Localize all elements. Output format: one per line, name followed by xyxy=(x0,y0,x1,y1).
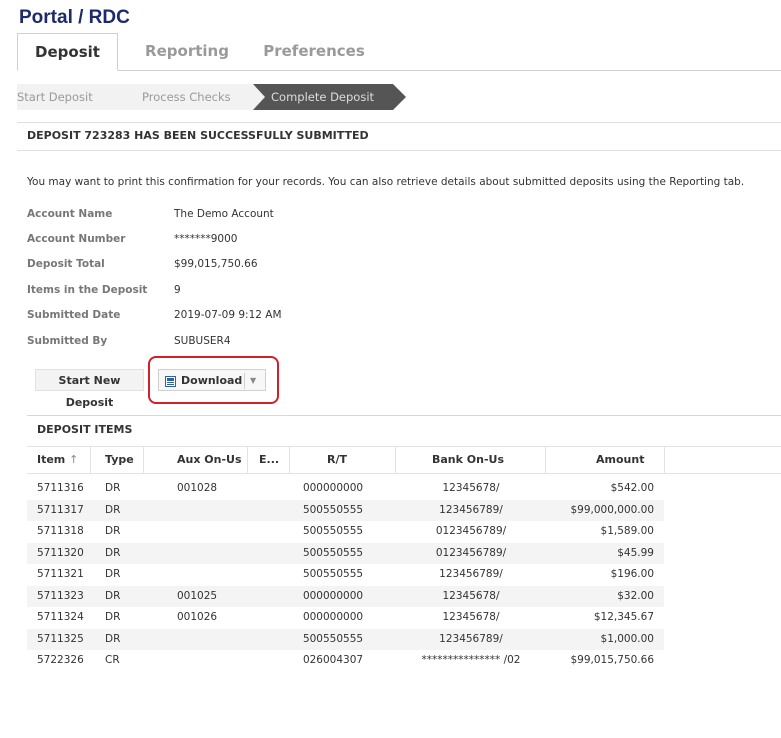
cell-item: 5711318 xyxy=(37,525,84,537)
column-header-aux-on-us[interactable]: Aux On-Us xyxy=(177,447,242,473)
items-count-label: Items in the Deposit xyxy=(27,284,148,296)
cell-rt: 500550555 xyxy=(302,568,364,580)
account-name-label: Account Name xyxy=(27,208,113,220)
tab-preferences[interactable]: Preferences xyxy=(249,33,379,69)
table-row[interactable]: 5711318 DR 500550555 0123456789/ $1,589.00 xyxy=(27,521,664,542)
cell-amount: $32.00 xyxy=(617,589,654,602)
table-row[interactable]: 5711325 DR 500550555 123456789/ $1,000.00 xyxy=(27,628,664,650)
cell-item: 5711325 xyxy=(37,632,84,645)
cell-amount: $12,345.67 xyxy=(593,611,654,623)
page-title: Portal / RDC xyxy=(19,7,130,28)
confirmation-note: You may want to print this confirmation … xyxy=(27,176,745,188)
submitted-by-label: Submitted By xyxy=(27,335,108,347)
cell-bank-on-us: *************** /02 xyxy=(421,654,521,666)
table-row[interactable]: 5711316 DR 001028 000000000 12345678/ $542.00 xyxy=(27,478,664,499)
cell-rt: 000000000 xyxy=(302,482,364,494)
cell-amount: $45.99 xyxy=(617,546,654,559)
cell-type: DR xyxy=(105,611,121,623)
cell-aux-on-us: 001025 xyxy=(177,589,218,602)
cell-type: DR xyxy=(105,482,121,494)
submitted-date-value: 2019-07-09 9:12 AM xyxy=(174,309,282,321)
cell-amount: $99,015,750.66 xyxy=(570,654,655,666)
cell-type: CR xyxy=(105,654,120,666)
cell-bank-on-us: 0123456789/ xyxy=(435,525,507,537)
cell-type: DR xyxy=(105,503,121,516)
progress-steps: Start Deposit Process Checks Complete De… xyxy=(17,84,781,110)
cell-amount: $99,000,000.00 xyxy=(570,503,655,516)
table-row[interactable]: 5711317 DR 500550555 123456789/ $99,000,000.… xyxy=(27,499,664,521)
column-header-item[interactable]: Item ↑ xyxy=(37,447,78,473)
column-header-bank-on-us[interactable]: Bank On-Us xyxy=(432,447,504,473)
cell-item: 5711323 xyxy=(37,589,84,602)
cell-rt: 500550555 xyxy=(302,503,364,516)
confirmation-title: DEPOSIT 723283 HAS BEEN SUCCESSFULLY SUB… xyxy=(27,129,369,142)
cell-rt: 000000000 xyxy=(302,589,364,602)
cell-aux-on-us: 001026 xyxy=(177,611,218,623)
cell-rt: 000000000 xyxy=(302,611,364,623)
cell-item: 5722326 xyxy=(37,654,84,666)
table-header: Item ↑ Type Aux On-Us E... R/T Bank On-U… xyxy=(27,446,781,474)
table-row[interactable]: 5722326 CR 026004307 *************** /02 $99… xyxy=(27,650,664,671)
download-highlight-box xyxy=(148,356,279,404)
table-row[interactable]: 5711320 DR 500550555 0123456789/ $45.99 xyxy=(27,542,664,564)
deposit-total-label: Deposit Total xyxy=(27,258,105,270)
start-new-deposit-button[interactable]: Start New Deposit xyxy=(35,369,144,409)
cell-amount: $1,589.00 xyxy=(600,525,654,537)
cell-bank-on-us: 123456789/ xyxy=(439,632,503,645)
cell-rt: 500550555 xyxy=(302,546,364,559)
column-header-type[interactable]: Type xyxy=(105,447,134,473)
tab-deposit[interactable]: Deposit xyxy=(17,33,118,71)
account-number-value: *******9000 xyxy=(174,233,238,245)
column-header-e[interactable]: E... xyxy=(259,447,279,473)
submitted-date-label: Submitted Date xyxy=(27,309,121,321)
step-process-checks: Process Checks xyxy=(125,84,253,110)
divider xyxy=(17,150,781,151)
step-active-arrow xyxy=(393,84,406,110)
account-number-label: Account Number xyxy=(27,233,126,245)
cell-rt: 026004307 xyxy=(302,654,364,666)
cell-item: 5711324 xyxy=(37,611,84,623)
cell-type: DR xyxy=(105,589,121,602)
cell-bank-on-us: 123456789/ xyxy=(439,503,503,516)
cell-item: 5711321 xyxy=(37,568,84,580)
cell-type: DR xyxy=(105,525,121,537)
cell-item: 5711317 xyxy=(37,503,84,516)
step-complete-deposit: Complete Deposit xyxy=(253,84,393,110)
cell-amount: $1,000.00 xyxy=(600,632,654,645)
table-row[interactable]: 5711321 DR 500550555 123456789/ $196.00 xyxy=(27,564,664,585)
column-header-amount[interactable]: Amount xyxy=(596,447,644,473)
cell-aux-on-us: 001028 xyxy=(177,482,218,494)
cell-rt: 500550555 xyxy=(302,632,364,645)
table-row[interactable]: 5711323 DR 001025 000000000 12345678/ $32.00 xyxy=(27,585,664,607)
column-header-rt[interactable]: R/T xyxy=(327,447,347,473)
items-count-value: 9 xyxy=(174,284,181,296)
tab-bar: Deposit Reporting Preferences xyxy=(17,33,781,71)
cell-amount: $542.00 xyxy=(610,482,654,494)
cell-type: DR xyxy=(105,568,121,580)
submitted-by-value: SUBUSER4 xyxy=(174,335,231,347)
cell-rt: 500550555 xyxy=(302,525,364,537)
tab-reporting[interactable]: Reporting xyxy=(132,33,242,69)
cell-item: 5711316 xyxy=(37,482,84,494)
cell-item: 5711320 xyxy=(37,546,84,559)
cell-bank-on-us: 0123456789/ xyxy=(435,546,507,559)
cell-type: DR xyxy=(105,632,121,645)
cell-amount: $196.00 xyxy=(610,568,654,580)
account-name-value: The Demo Account xyxy=(174,208,274,220)
cell-bank-on-us: 12345678/ xyxy=(442,611,500,623)
deposit-items-title: DEPOSIT ITEMS xyxy=(37,423,133,436)
cell-bank-on-us: 12345678/ xyxy=(442,589,500,602)
table-row[interactable]: 5711324 DR 001026 000000000 12345678/ $12,345… xyxy=(27,607,664,628)
cell-type: DR xyxy=(105,546,121,559)
cell-bank-on-us: 123456789/ xyxy=(439,568,503,580)
sort-up-arrow-icon: ↑ xyxy=(69,453,79,466)
step-start-deposit: Start Deposit xyxy=(17,84,125,110)
cell-bank-on-us: 12345678/ xyxy=(442,482,500,494)
deposit-total-value: $99,015,750.66 xyxy=(174,258,258,270)
